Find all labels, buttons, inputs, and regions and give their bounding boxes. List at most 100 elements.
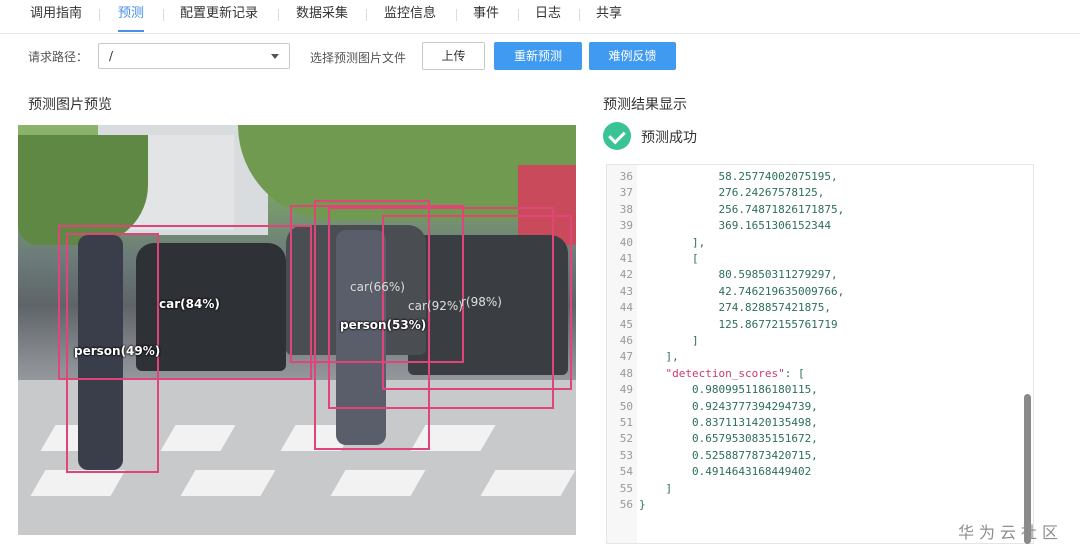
detection-label: r(98%)	[461, 295, 502, 309]
code-text: 0.9809951186180115,	[639, 383, 818, 397]
code-line: 38 256.74871826171875,	[607, 202, 1027, 218]
tab-separator	[163, 9, 164, 21]
code-line: 50 0.9243777394294739,	[607, 399, 1027, 415]
tab-separator	[278, 9, 279, 21]
prediction-status: 预测成功	[641, 130, 697, 146]
tab-separator	[518, 9, 519, 21]
line-number: 47	[619, 350, 633, 364]
code-line: 51 0.8371131420135498,	[607, 415, 1027, 431]
line-number: 50	[619, 399, 633, 413]
code-line: 39 369.1651306152344	[607, 218, 1027, 234]
detection-label: car(66%)	[350, 280, 405, 294]
prediction-image-preview: car(84%) person(49%) car(66%) person(53%…	[18, 125, 576, 535]
json-key: "detection_scores"	[665, 366, 785, 380]
result-title: 预测结果显示	[603, 97, 687, 113]
line-number: 37	[619, 186, 633, 200]
code-line: 55 ]	[607, 481, 1027, 497]
code-line: 48 "detection_scores": [	[607, 366, 1027, 382]
code-line: 53 0.5258877873420715,	[607, 448, 1027, 464]
code-text: }	[639, 498, 646, 511]
code-text: ],	[639, 350, 679, 364]
tab-guide[interactable]: 调用指南	[30, 0, 82, 30]
code-text: 80.59850311279297,	[639, 268, 838, 282]
line-number: 55	[619, 481, 633, 495]
line-number: 44	[619, 301, 633, 315]
code-text: ]	[639, 481, 673, 495]
choose-file-label: 选择预测图片文件	[310, 51, 407, 65]
line-number: 52	[619, 432, 633, 446]
code-text: [	[639, 252, 699, 265]
code-text: 256.74871826171875,	[639, 202, 845, 216]
tab-logs[interactable]: 日志	[535, 0, 561, 30]
code-text: 0.6579530835151672,	[639, 432, 818, 446]
code-text: 0.8371131420135498,	[639, 416, 818, 429]
tab-separator	[579, 9, 580, 21]
tab-bar: 调用指南 预测 配置更新记录 数据采集 监控信息 事件 日志 共享	[0, 0, 1080, 34]
tab-predict[interactable]: 预测	[118, 0, 145, 32]
crosswalk-stripe	[30, 470, 126, 496]
tab-data-collection[interactable]: 数据采集	[296, 0, 348, 30]
code-text: 369.1651306152344	[639, 219, 832, 233]
tab-monitoring[interactable]: 监控信息	[384, 0, 436, 30]
watermark: 华为云社区	[958, 523, 1064, 542]
code-text: 274.828857421875,	[639, 301, 832, 315]
code-text: 125.86772155761719	[639, 317, 838, 331]
tab-separator	[366, 9, 367, 21]
tab-share[interactable]: 共享	[596, 0, 622, 30]
tab-separator	[99, 9, 100, 21]
tab-events[interactable]: 事件	[473, 0, 499, 30]
code-line: 44 274.828857421875,	[607, 300, 1027, 316]
code-line: 49 0.9809951186180115,	[607, 382, 1027, 398]
code-line: 47 ],	[607, 349, 1027, 365]
code-text: "detection_scores": [	[665, 366, 805, 380]
code-text: 58.25774002075195,	[639, 170, 838, 183]
code-line: 43 42.746219635009766,	[607, 284, 1027, 300]
code-line: 45 125.86772155761719	[607, 317, 1027, 333]
upload-button[interactable]: 上传	[422, 42, 485, 70]
prediction-result-code[interactable]: 36 58.25774002075195, 37 276.24267578125,…	[606, 164, 1034, 544]
code-line: 46 ]	[607, 333, 1027, 349]
code-line: 40 ],	[607, 235, 1027, 251]
line-number: 49	[619, 383, 633, 397]
line-number: 46	[619, 334, 633, 347]
line-number: 48	[619, 366, 633, 380]
line-number: 43	[619, 284, 633, 298]
line-number: 42	[619, 268, 633, 282]
line-number: 41	[619, 252, 633, 265]
crosswalk-stripe	[330, 470, 426, 496]
line-number: 56	[619, 498, 633, 511]
code-text: 0.9243777394294739,	[639, 399, 818, 413]
code-line: 41 [	[607, 251, 1027, 267]
preview-title: 预测图片预览	[28, 97, 112, 113]
crosswalk-stripe	[180, 470, 276, 496]
code-text: ],	[639, 235, 706, 249]
line-number: 51	[619, 416, 633, 429]
line-number: 40	[619, 235, 633, 249]
code-text: 276.24267578125,	[639, 186, 825, 200]
detection-label: person(53%)	[340, 318, 427, 332]
tab-config-history[interactable]: 配置更新记录	[180, 0, 258, 30]
detection-label: car(92%)	[408, 299, 463, 313]
line-number: 54	[619, 465, 633, 479]
path-select[interactable]: /	[98, 43, 290, 69]
path-select-value: /	[109, 49, 114, 63]
line-number: 53	[619, 448, 633, 462]
repredict-button[interactable]: 重新预测	[494, 42, 582, 70]
line-number: 38	[619, 202, 633, 216]
code-text: 0.4914643168449402	[639, 465, 812, 479]
detection-label: person(49%)	[74, 344, 161, 358]
code-text: 0.5258877873420715,	[639, 448, 818, 462]
code-line: 37 276.24267578125,	[607, 185, 1027, 201]
caret-down-icon	[271, 54, 279, 59]
hard-example-feedback-button[interactable]: 难例反馈	[589, 42, 676, 70]
check-circle-icon	[603, 122, 631, 150]
line-number: 39	[619, 219, 633, 233]
line-number: 45	[619, 317, 633, 331]
code-line: 52 0.6579530835151672,	[607, 431, 1027, 447]
code-line: 36 58.25774002075195,	[607, 169, 1027, 185]
path-label: 请求路径：	[28, 50, 89, 64]
code-text: 42.746219635009766,	[639, 284, 845, 298]
crosswalk-stripe	[480, 470, 576, 496]
line-number: 36	[619, 170, 633, 183]
code-text: ]	[639, 334, 699, 347]
